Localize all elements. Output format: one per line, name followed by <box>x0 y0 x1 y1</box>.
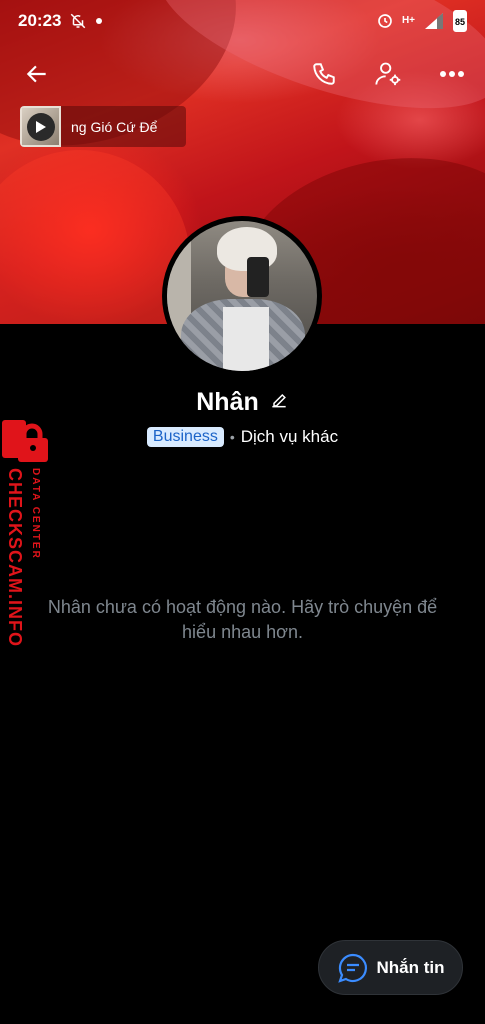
pencil-icon <box>272 393 286 408</box>
more-dots-icon <box>440 71 464 77</box>
edit-name-button[interactable] <box>269 390 289 415</box>
sync-icon <box>376 12 394 30</box>
watermark: CHECKSCAM.INFO DATA CENTER <box>2 420 52 660</box>
network-type: H+ <box>401 15 415 26</box>
empty-activity-message: Nhân chưa có hoạt động nào. Hãy trò chuy… <box>47 597 438 642</box>
music-thumbnail <box>20 106 61 147</box>
status-time: 20:23 <box>18 11 62 30</box>
watermark-subtitle: DATA CENTER <box>30 468 41 560</box>
signal-icon <box>423 12 445 30</box>
send-message-label: Nhắn tin <box>376 957 445 977</box>
notification-dot-icon <box>95 17 103 25</box>
top-navigation <box>0 52 485 96</box>
lock-icon <box>2 420 48 462</box>
back-arrow-icon <box>26 65 46 83</box>
mute-notifications-icon <box>69 12 87 30</box>
chat-bubble-icon <box>337 953 367 983</box>
profile-settings-button[interactable] <box>366 52 410 96</box>
send-message-button[interactable]: Nhắn tin <box>318 940 463 995</box>
profile-tags: Business • Dịch vụ khác <box>0 427 485 447</box>
avatar-photo <box>167 221 317 371</box>
call-button[interactable] <box>302 52 346 96</box>
battery-icon: 85 <box>453 10 467 32</box>
profile-name: Nhân <box>196 388 259 416</box>
back-button[interactable] <box>15 52 59 96</box>
profile-name-row: Nhân <box>0 388 485 417</box>
music-title: ng Gió Cứ Để <box>71 118 158 135</box>
watermark-site: CHECKSCAM.INFO <box>5 468 25 647</box>
avatar[interactable] <box>162 216 322 376</box>
phone-icon <box>313 63 335 85</box>
tag-separator: • <box>229 429 235 445</box>
business-badge: Business <box>146 427 224 447</box>
status-bar: 20:23 H+ 85 <box>0 0 485 42</box>
business-category: Dịch vụ khác <box>240 427 339 446</box>
profile-music-chip[interactable]: ng Gió Cứ Để <box>20 106 186 147</box>
more-options-button[interactable] <box>430 52 474 96</box>
user-settings-icon <box>375 62 401 86</box>
play-icon <box>26 112 55 141</box>
